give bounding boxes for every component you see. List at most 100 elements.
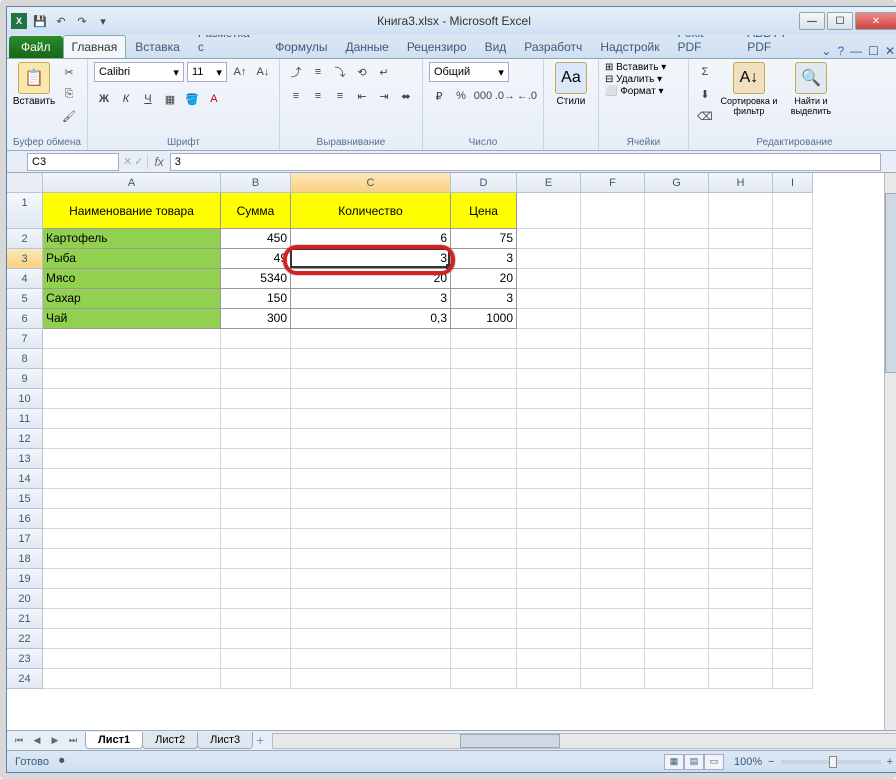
sort-filter-button[interactable]: A↓ Сортировка и фильтр — [719, 62, 779, 116]
cell-D7[interactable] — [451, 329, 517, 349]
cell-I20[interactable] — [773, 589, 813, 609]
cell-E11[interactable] — [517, 409, 581, 429]
new-sheet-icon[interactable]: ＋ — [252, 734, 268, 748]
cancel-formula-icon[interactable]: ✕ — [123, 155, 132, 168]
cell-C18[interactable] — [291, 549, 451, 569]
fx-icon[interactable]: fx — [147, 155, 169, 169]
underline-button[interactable]: Ч — [138, 89, 158, 109]
cell-F9[interactable] — [581, 369, 645, 389]
row-header-23[interactable]: 23 — [7, 649, 43, 669]
cell-G5[interactable] — [645, 289, 709, 309]
cell-F21[interactable] — [581, 609, 645, 629]
format-painter-icon[interactable]: 🖌 — [59, 106, 79, 126]
cell-A18[interactable] — [43, 549, 221, 569]
cell-B3[interactable]: 49 — [221, 249, 291, 269]
cell-F24[interactable] — [581, 669, 645, 689]
cell-A3[interactable]: Рыба — [43, 249, 221, 269]
cell-A16[interactable] — [43, 509, 221, 529]
cell-I23[interactable] — [773, 649, 813, 669]
cell-B8[interactable] — [221, 349, 291, 369]
fill-color-icon[interactable]: 🪣 — [182, 89, 202, 109]
cell-G11[interactable] — [645, 409, 709, 429]
row-header-13[interactable]: 13 — [7, 449, 43, 469]
cell-C20[interactable] — [291, 589, 451, 609]
cell-D24[interactable] — [451, 669, 517, 689]
name-box[interactable] — [27, 153, 119, 171]
cell-F2[interactable] — [581, 229, 645, 249]
cell-G18[interactable] — [645, 549, 709, 569]
cell-H8[interactable] — [709, 349, 773, 369]
cell-I5[interactable] — [773, 289, 813, 309]
cell-E5[interactable] — [517, 289, 581, 309]
cell-D13[interactable] — [451, 449, 517, 469]
tab-developer[interactable]: Разработч — [515, 35, 591, 58]
qat-undo-icon[interactable]: ↶ — [52, 12, 70, 30]
cell-F15[interactable] — [581, 489, 645, 509]
cell-D19[interactable] — [451, 569, 517, 589]
cell-B20[interactable] — [221, 589, 291, 609]
cell-E14[interactable] — [517, 469, 581, 489]
row-header-5[interactable]: 5 — [7, 289, 43, 309]
cell-E7[interactable] — [517, 329, 581, 349]
tab-home[interactable]: Главная — [63, 35, 127, 58]
cell-A10[interactable] — [43, 389, 221, 409]
cell-D17[interactable] — [451, 529, 517, 549]
cell-D5[interactable]: 3 — [451, 289, 517, 309]
row-header-24[interactable]: 24 — [7, 669, 43, 689]
italic-button[interactable]: К — [116, 89, 136, 109]
column-header-D[interactable]: D — [451, 173, 517, 193]
indent-inc-icon[interactable]: ⇥ — [374, 86, 394, 106]
font-name-combo[interactable]: Calibri▾ — [94, 62, 184, 82]
row-header-11[interactable]: 11 — [7, 409, 43, 429]
cell-B11[interactable] — [221, 409, 291, 429]
sheet-nav-prev-icon[interactable]: ◀ — [29, 734, 45, 748]
maximize-button[interactable]: ☐ — [827, 12, 853, 30]
cell-G15[interactable] — [645, 489, 709, 509]
cell-H11[interactable] — [709, 409, 773, 429]
cell-C6[interactable]: 0,3 — [291, 309, 451, 329]
page-break-view-button[interactable]: ▭ — [704, 754, 724, 770]
minimize-button[interactable]: — — [799, 12, 825, 30]
cell-E10[interactable] — [517, 389, 581, 409]
qat-redo-icon[interactable]: ↷ — [73, 12, 91, 30]
cell-F8[interactable] — [581, 349, 645, 369]
cell-D1[interactable]: Цена — [451, 193, 517, 229]
select-all-corner[interactable] — [7, 173, 43, 193]
tab-view[interactable]: Вид — [476, 35, 516, 58]
cell-A20[interactable] — [43, 589, 221, 609]
row-header-6[interactable]: 6 — [7, 309, 43, 329]
grow-font-icon[interactable]: A↑ — [230, 62, 250, 82]
cell-A8[interactable] — [43, 349, 221, 369]
cell-I18[interactable] — [773, 549, 813, 569]
cell-I2[interactable] — [773, 229, 813, 249]
normal-view-button[interactable]: ▦ — [664, 754, 684, 770]
dec-decimal-icon[interactable]: ←.0 — [517, 86, 537, 106]
cell-E4[interactable] — [517, 269, 581, 289]
cell-I8[interactable] — [773, 349, 813, 369]
horizontal-scrollbar[interactable] — [272, 733, 896, 749]
cell-B18[interactable] — [221, 549, 291, 569]
file-tab[interactable]: Файл — [9, 36, 63, 58]
font-color-icon[interactable]: A — [204, 89, 224, 109]
cell-D3[interactable]: 3 — [451, 249, 517, 269]
cell-I13[interactable] — [773, 449, 813, 469]
cell-H3[interactable] — [709, 249, 773, 269]
cell-E18[interactable] — [517, 549, 581, 569]
row-header-1[interactable]: 1 — [7, 193, 43, 229]
cell-C5[interactable]: 3 — [291, 289, 451, 309]
cell-C24[interactable] — [291, 669, 451, 689]
cell-I6[interactable] — [773, 309, 813, 329]
cell-I16[interactable] — [773, 509, 813, 529]
cell-C19[interactable] — [291, 569, 451, 589]
currency-icon[interactable]: ₽ — [429, 86, 449, 106]
align-left-icon[interactable]: ≡ — [286, 86, 306, 106]
cell-C14[interactable] — [291, 469, 451, 489]
column-header-A[interactable]: A — [43, 173, 221, 193]
sheet-tab-2[interactable]: Лист2 — [142, 732, 198, 749]
cell-F13[interactable] — [581, 449, 645, 469]
cell-D23[interactable] — [451, 649, 517, 669]
cell-F7[interactable] — [581, 329, 645, 349]
cell-I11[interactable] — [773, 409, 813, 429]
cell-I17[interactable] — [773, 529, 813, 549]
cell-I1[interactable] — [773, 193, 813, 229]
